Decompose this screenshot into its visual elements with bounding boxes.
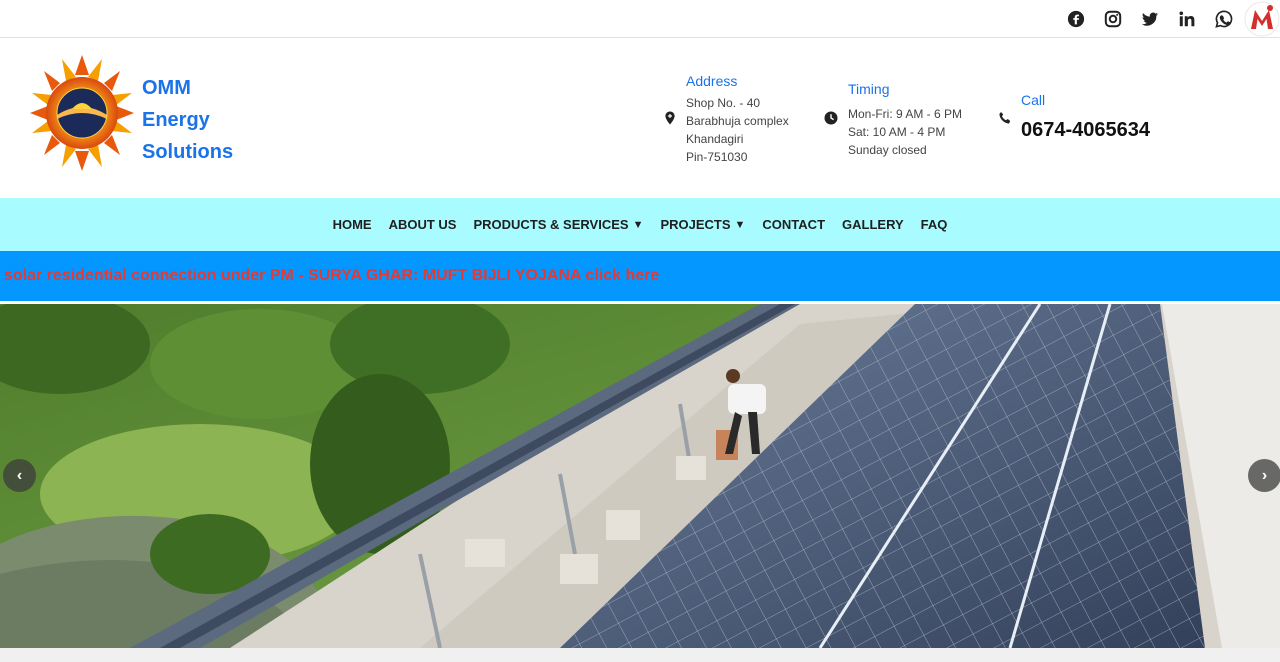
nav-contact[interactable]: CONTACT bbox=[762, 217, 825, 232]
slider-next-button[interactable]: › bbox=[1248, 459, 1280, 492]
address-title: Address bbox=[686, 73, 738, 89]
whatsapp-icon[interactable] bbox=[1214, 9, 1234, 29]
brand-name-line2: Energy bbox=[142, 109, 210, 131]
hero-slider: ‹ › bbox=[0, 304, 1280, 648]
nav-faq[interactable]: FAQ bbox=[921, 217, 948, 232]
timing-line2: Sat: 10 AM - 4 PM bbox=[848, 125, 946, 139]
caret-down-icon: ▼ bbox=[734, 218, 746, 231]
slider-prev-button[interactable]: ‹ bbox=[3, 459, 36, 492]
address-line3: Khandagiri bbox=[686, 132, 744, 146]
brand-name[interactable]: OMM Energy Solutions bbox=[142, 72, 302, 168]
sun-logo-icon[interactable] bbox=[30, 54, 134, 172]
call-title: Call bbox=[1021, 92, 1046, 108]
nav-gallery[interactable]: GALLERY bbox=[842, 217, 904, 232]
call-number[interactable]: 0674-4065634 bbox=[1021, 119, 1150, 142]
announcement-marquee: solar residential connection under PM - … bbox=[0, 251, 1280, 301]
clock-icon bbox=[824, 111, 838, 125]
nav-products-services[interactable]: PRODUCTS & SERVICES ▼ bbox=[473, 217, 643, 232]
linkedin-icon[interactable] bbox=[1177, 9, 1197, 29]
nav-about[interactable]: ABOUT US bbox=[389, 217, 457, 232]
location-pin-icon bbox=[663, 111, 677, 125]
instagram-icon[interactable] bbox=[1103, 9, 1123, 29]
address-line1: Shop No. - 40 bbox=[686, 96, 761, 110]
bottom-strip bbox=[0, 648, 1280, 662]
address-line4: Pin-751030 bbox=[686, 150, 748, 164]
timing-line3: Sunday closed bbox=[848, 143, 927, 157]
timing-title: Timing bbox=[848, 81, 890, 97]
nav-projects[interactable]: PROJECTS ▼ bbox=[660, 217, 745, 232]
site-header: OMM Energy Solutions Address Shop No. - … bbox=[0, 38, 1280, 198]
solar-rooftop-image bbox=[0, 304, 1280, 648]
twitter-icon[interactable] bbox=[1140, 9, 1160, 29]
nav-home[interactable]: HOME bbox=[333, 217, 372, 232]
social-links bbox=[1049, 0, 1280, 38]
caret-down-icon: ▼ bbox=[632, 218, 644, 231]
main-nav: HOME ABOUT US PRODUCTS & SERVICES ▼ PROJ… bbox=[0, 198, 1280, 251]
nav-projects-label: PROJECTS bbox=[660, 217, 731, 232]
timing-line1: Mon-Fri: 9 AM - 6 PM bbox=[848, 107, 963, 121]
facebook-icon[interactable] bbox=[1066, 9, 1086, 29]
top-social-bar bbox=[0, 0, 1280, 38]
phone-icon bbox=[998, 111, 1012, 125]
nav-products-label: PRODUCTS & SERVICES bbox=[473, 217, 629, 232]
brand-name-line1: OMM bbox=[142, 77, 191, 99]
brand-name-line3: Solutions bbox=[142, 141, 234, 163]
brand-m-icon[interactable] bbox=[1244, 1, 1280, 37]
announcement-link[interactable]: solar residential connection under PM - … bbox=[4, 267, 659, 285]
address-line2: Barabhuja complex bbox=[686, 114, 789, 128]
